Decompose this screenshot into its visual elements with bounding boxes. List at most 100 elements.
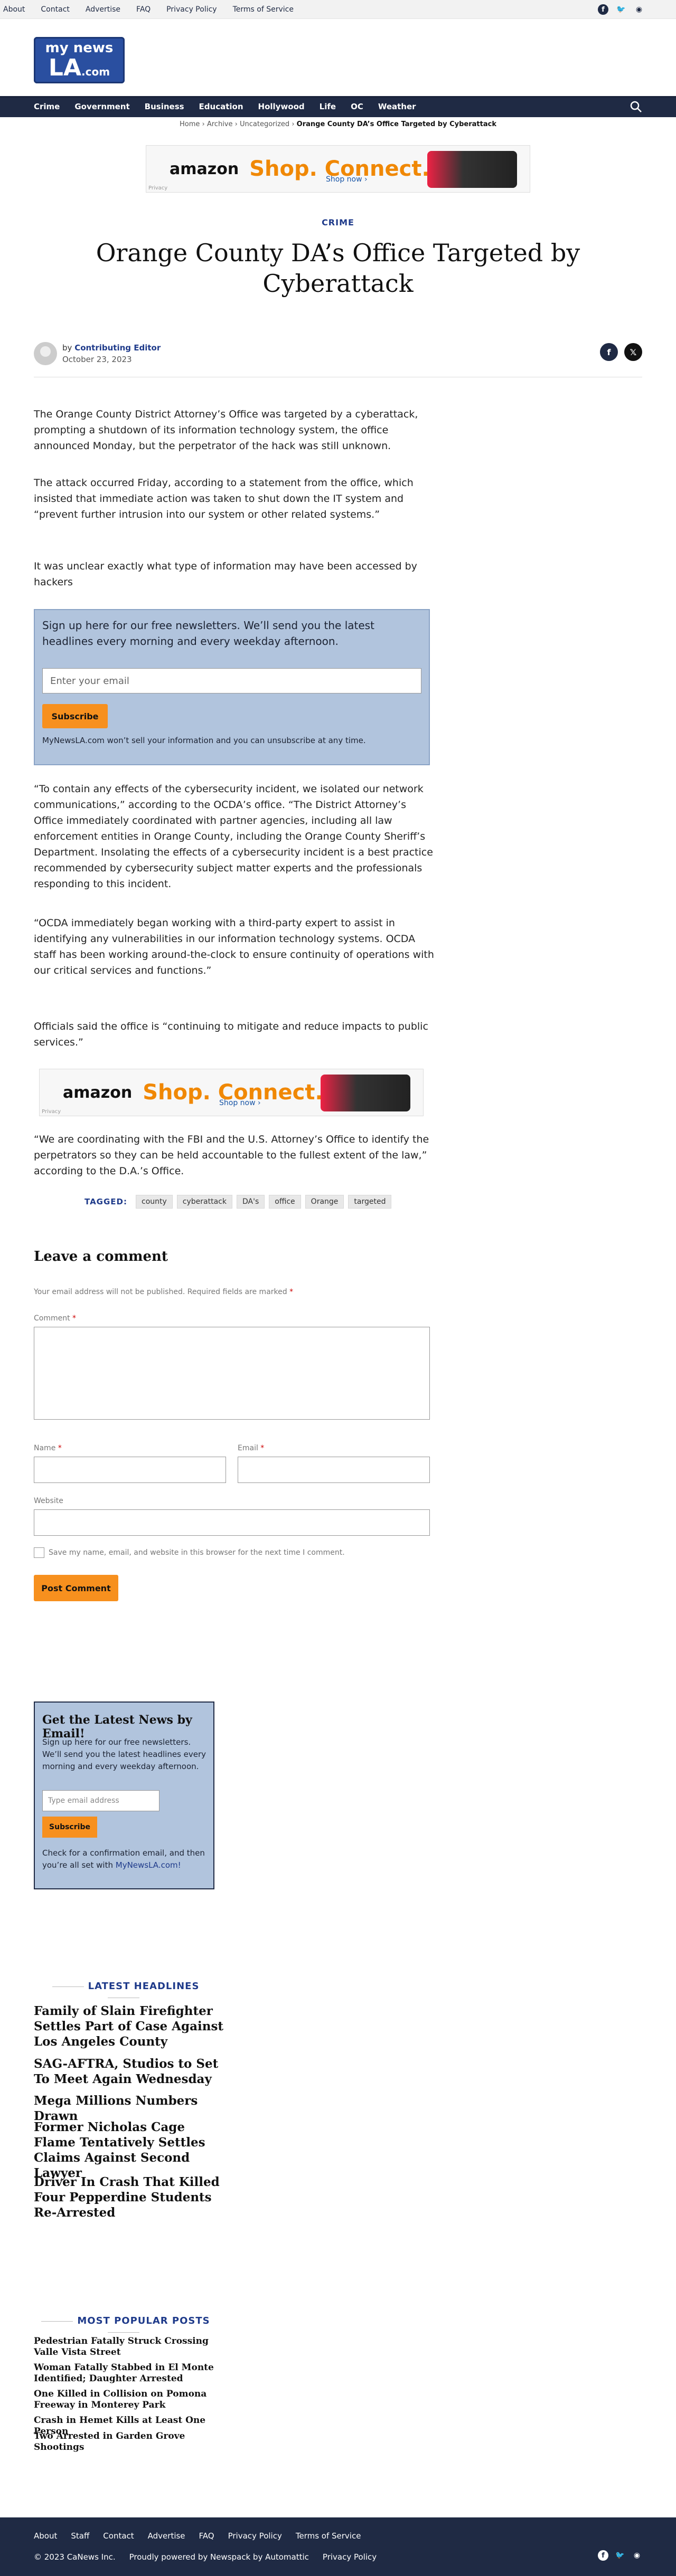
popular-post-link[interactable]: Two Arrested in Garden Grove Shootings xyxy=(34,2431,224,2453)
footer-link-faq[interactable]: FAQ xyxy=(199,2531,214,2541)
tag[interactable]: Orange xyxy=(305,1195,344,1209)
popular-post-link[interactable]: Woman Fatally Stabbed in El Monte Identi… xyxy=(34,2362,224,2384)
breadcrumb: Home › Archive › Uncategorized › Orange … xyxy=(180,120,496,128)
newsletter-heading: Sign up here for our free newsletters. W… xyxy=(42,619,374,648)
byline: by Contributing Editor xyxy=(62,343,161,353)
top-link-about[interactable]: About xyxy=(3,5,25,14)
nav-item-government[interactable]: Government xyxy=(74,102,129,111)
ad-banner-inline[interactable]: amazon Shop. Connect. Enjoy. Shop now › … xyxy=(39,1069,424,1116)
ad-cta[interactable]: Shop now › xyxy=(326,175,368,184)
email-input[interactable] xyxy=(238,1457,430,1483)
tag[interactable]: cyberattack xyxy=(176,1195,232,1209)
nav-item-education[interactable]: Education xyxy=(199,102,243,111)
top-link-privacy[interactable]: Privacy Policy xyxy=(166,5,217,14)
tag[interactable]: office xyxy=(269,1195,301,1209)
comment-label: Comment * xyxy=(34,1314,77,1323)
top-social: f 🐦 ◉ xyxy=(598,4,644,15)
sidebar-subscribe-button[interactable]: Subscribe xyxy=(42,1817,97,1838)
top-links: About Contact Advertise FAQ Privacy Poli… xyxy=(0,0,294,19)
twitter-icon[interactable]: 🐦 xyxy=(616,4,626,15)
footer-link-advertise[interactable]: Advertise xyxy=(148,2531,185,2541)
newsletter-email-input[interactable]: Enter your email xyxy=(42,668,421,693)
ad-brand: amazon xyxy=(63,1083,133,1102)
headline-link[interactable]: Former Nicholas Cage Flame Tentatively S… xyxy=(34,2119,224,2181)
website-label: Website xyxy=(34,1497,63,1505)
nav-item-oc[interactable]: OC xyxy=(351,102,363,111)
article-paragraph: The attack occurred Friday, according to… xyxy=(34,477,414,520)
ad-banner-top[interactable]: amazon Shop. Connect. Enjoy. Shop now › … xyxy=(146,145,530,193)
comment-notice: Your email address will not be published… xyxy=(34,1288,294,1296)
twitter-icon[interactable]: 🐦 xyxy=(615,2550,625,2561)
rss-icon[interactable]: ◉ xyxy=(632,2550,642,2561)
nav-item-business[interactable]: Business xyxy=(145,102,184,111)
breadcrumb-archive[interactable]: Archive xyxy=(207,120,233,128)
logo-line-1: my news xyxy=(45,40,114,56)
nav-item-life[interactable]: Life xyxy=(320,102,336,111)
rss-icon[interactable]: ◉ xyxy=(634,4,644,15)
ad-product-image xyxy=(321,1075,410,1111)
ad-brand: amazon xyxy=(170,159,239,178)
powered-by-link[interactable]: Proudly powered by Newspack by Automatti… xyxy=(129,2552,309,2562)
popular-post-link[interactable]: Pedestrian Fatally Struck Crossing Valle… xyxy=(34,2336,224,2358)
nav-items: Crime Government Business Education Holl… xyxy=(34,96,416,117)
tag[interactable]: targeted xyxy=(348,1195,392,1209)
email-label: Email * xyxy=(238,1444,265,1452)
breadcrumb-home[interactable]: Home xyxy=(180,120,200,128)
article-category[interactable]: CRIME xyxy=(0,217,676,227)
article-date: October 23, 2023 xyxy=(62,355,132,364)
newsletter-subscribe-button[interactable]: Subscribe xyxy=(42,704,108,728)
article-paragraph: Officials said the office is “continuing… xyxy=(34,1021,428,1048)
copyright: © 2023 CaNews Inc. xyxy=(34,2552,116,2562)
breadcrumb-uncategorized[interactable]: Uncategorized xyxy=(240,120,289,128)
site-link[interactable]: MyNewsLA.com! xyxy=(116,1860,181,1870)
search-icon[interactable] xyxy=(630,100,642,113)
save-info-checkbox[interactable] xyxy=(34,1547,44,1558)
footer-link-terms[interactable]: Terms of Service xyxy=(296,2531,361,2541)
ad-cta[interactable]: Shop now › xyxy=(219,1099,261,1107)
newsletter-note: MyNewsLA.com won’t sell your information… xyxy=(42,736,366,745)
author-link[interactable]: Contributing Editor xyxy=(74,343,161,353)
sidebar-email-input[interactable]: Type email address xyxy=(42,1790,159,1811)
tag[interactable]: DA's xyxy=(236,1195,265,1209)
headline-link[interactable]: SAG-AFTRA, Studios to Set To Meet Again … xyxy=(34,2056,224,2087)
footer-link-staff[interactable]: Staff xyxy=(71,2531,89,2541)
ad-privacy: Privacy xyxy=(148,185,168,191)
tagged-label: TAGGED: xyxy=(84,1197,127,1206)
headline-link[interactable]: Family of Slain Firefighter Settles Part… xyxy=(34,2003,224,2049)
comments-heading: Leave a comment xyxy=(34,1249,168,1265)
comment-textarea[interactable] xyxy=(34,1327,430,1420)
name-label: Name * xyxy=(34,1444,62,1452)
ad-product-image xyxy=(427,151,517,188)
breadcrumb-current: Orange County DA’s Office Targeted by Cy… xyxy=(296,120,496,128)
share-facebook-icon[interactable]: f xyxy=(600,343,618,361)
name-input[interactable] xyxy=(34,1457,226,1483)
nav-item-weather[interactable]: Weather xyxy=(378,102,416,111)
nav-item-crime[interactable]: Crime xyxy=(34,102,60,111)
share-x-icon[interactable]: 𝕏 xyxy=(624,343,642,361)
footer-link-privacy[interactable]: Privacy Policy xyxy=(228,2531,282,2541)
article-paragraph: It was unclear exactly what type of info… xyxy=(34,560,417,588)
post-comment-button[interactable]: Post Comment xyxy=(34,1575,118,1601)
nav-item-hollywood[interactable]: Hollywood xyxy=(258,102,305,111)
article-title: Orange County DA’s Office Targeted by Cy… xyxy=(96,239,580,298)
top-link-contact[interactable]: Contact xyxy=(41,5,69,14)
website-input[interactable] xyxy=(34,1509,430,1536)
footer-links: About Staff Contact Advertise FAQ Privac… xyxy=(34,2531,361,2541)
popular-posts-heading: MOST POPULAR POSTS xyxy=(34,2315,213,2337)
footer-link-contact[interactable]: Contact xyxy=(103,2531,134,2541)
site-logo[interactable]: my news LA.com xyxy=(34,37,125,83)
footer-social: f 🐦 ◉ xyxy=(598,2550,642,2561)
top-link-faq[interactable]: FAQ xyxy=(136,5,151,14)
logo-line-2: LA.com xyxy=(48,54,110,81)
tag[interactable]: county xyxy=(136,1195,173,1209)
popular-post-link[interactable]: One Killed in Collision on Pomona Freewa… xyxy=(34,2389,224,2411)
save-info-label: Save my name, email, and website in this… xyxy=(49,1548,345,1557)
footer-privacy-link[interactable]: Privacy Policy xyxy=(323,2552,377,2562)
top-link-advertise[interactable]: Advertise xyxy=(86,5,120,14)
facebook-icon[interactable]: f xyxy=(598,4,608,15)
site-footer xyxy=(0,2517,676,2576)
top-link-terms[interactable]: Terms of Service xyxy=(233,5,294,14)
facebook-icon[interactable]: f xyxy=(598,2550,608,2561)
footer-link-about[interactable]: About xyxy=(34,2531,57,2541)
headline-link[interactable]: Driver In Crash That Killed Four Pepperd… xyxy=(34,2174,224,2220)
